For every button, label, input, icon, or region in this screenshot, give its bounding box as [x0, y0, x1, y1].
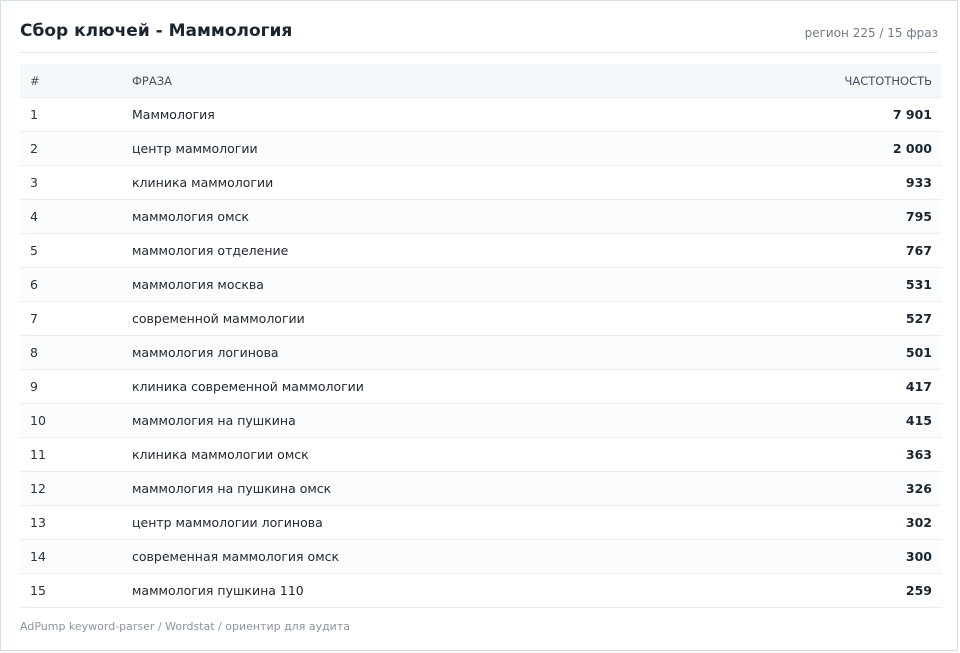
keyword-phrase: современной маммологии: [122, 301, 742, 336]
row-number: 4: [20, 199, 122, 234]
keyword-phrase: маммология пушкина 110: [122, 573, 742, 608]
keyword-frequency: 531: [742, 267, 942, 302]
row-number: 8: [20, 335, 122, 370]
column-header-num: #: [20, 64, 122, 98]
table-body: 1 Маммология 7 901 2 центр маммологии 2 000 3 к…: [20, 97, 942, 608]
keyword-frequency: 326: [742, 471, 942, 506]
keyword-phrase: центр маммологии логинова: [122, 505, 742, 540]
table-header-row: # ФРАЗА ЧАСТОТНОСТЬ: [20, 64, 942, 98]
table-row: 2 центр маммологии 2 000: [20, 131, 942, 166]
row-number: 13: [20, 505, 122, 540]
keyword-frequency: 2 000: [742, 131, 942, 166]
keyword-phrase: маммология на пушкина омск: [122, 471, 742, 506]
keyword-phrase: Маммология: [122, 97, 742, 132]
report-panel: Сбор ключей - Маммология регион 225 / 15…: [0, 0, 958, 651]
table-row: 5 маммология отделение 767: [20, 233, 942, 268]
keyword-phrase: маммология на пушкина: [122, 403, 742, 438]
page-title: Сбор ключей - Маммология: [20, 21, 293, 41]
table-row: 14 современная маммология омск 300: [20, 539, 942, 574]
region-phrase-count: регион 225 / 15 фраз: [804, 26, 938, 40]
column-header-frequency: ЧАСТОТНОСТЬ: [742, 64, 942, 98]
keyword-frequency: 415: [742, 403, 942, 438]
keyword-frequency: 259: [742, 573, 942, 608]
keyword-phrase: центр маммологии: [122, 131, 742, 166]
table-row: 4 маммология омск 795: [20, 199, 942, 234]
row-number: 15: [20, 573, 122, 608]
keyword-phrase: современная маммология омск: [122, 539, 742, 574]
keyword-frequency: 300: [742, 539, 942, 574]
row-number: 9: [20, 369, 122, 404]
keyword-frequency: 933: [742, 165, 942, 200]
row-number: 6: [20, 267, 122, 302]
table-row: 6 маммология москва 531: [20, 267, 942, 302]
keyword-frequency: 417: [742, 369, 942, 404]
table-row: 10 маммология на пушкина 415: [20, 403, 942, 438]
row-number: 1: [20, 97, 122, 132]
table-row: 9 клиника современной маммологии 417: [20, 369, 942, 404]
table-row: 1 Маммология 7 901: [20, 97, 942, 132]
table-row: 11 клиника маммологии омск 363: [20, 437, 942, 472]
keyword-frequency: 767: [742, 233, 942, 268]
table-row: 12 маммология на пушкина омск 326: [20, 471, 942, 506]
keyword-phrase: клиника маммологии омск: [122, 437, 742, 472]
keyword-phrase: маммология логинова: [122, 335, 742, 370]
row-number: 12: [20, 471, 122, 506]
keyword-phrase: клиника маммологии: [122, 165, 742, 200]
keyword-frequency: 795: [742, 199, 942, 234]
keyword-frequency: 7 901: [742, 97, 942, 132]
row-number: 2: [20, 131, 122, 166]
keyword-frequency: 302: [742, 505, 942, 540]
row-number: 7: [20, 301, 122, 336]
keyword-phrase: клиника современной маммологии: [122, 369, 742, 404]
table-row: 7 современной маммологии 527: [20, 301, 942, 336]
table-row: 8 маммология логинова 501: [20, 335, 942, 370]
row-number: 10: [20, 403, 122, 438]
keyword-frequency: 527: [742, 301, 942, 336]
table-row: 3 клиника маммологии 933: [20, 165, 942, 200]
keyword-frequency: 501: [742, 335, 942, 370]
keyword-phrase: маммология москва: [122, 267, 742, 302]
keyword-table: # ФРАЗА ЧАСТОТНОСТЬ 1 Маммология 7 901 2 цен…: [20, 64, 942, 608]
report-header: Сбор ключей - Маммология регион 225 / 15…: [20, 1, 938, 53]
keyword-phrase: маммология отделение: [122, 233, 742, 268]
keyword-phrase: маммология омск: [122, 199, 742, 234]
keyword-frequency: 363: [742, 437, 942, 472]
table-header: # ФРАЗА ЧАСТОТНОСТЬ: [20, 64, 942, 98]
row-number: 5: [20, 233, 122, 268]
row-number: 3: [20, 165, 122, 200]
row-number: 11: [20, 437, 122, 472]
row-number: 14: [20, 539, 122, 574]
table-row: 13 центр маммологии логинова 302: [20, 505, 942, 540]
column-header-phrase: ФРАЗА: [122, 64, 742, 98]
footer-note: AdPump keyword-parser / Wordstat / ориен…: [20, 620, 350, 633]
table-row: 15 маммология пушкина 110 259: [20, 573, 942, 608]
